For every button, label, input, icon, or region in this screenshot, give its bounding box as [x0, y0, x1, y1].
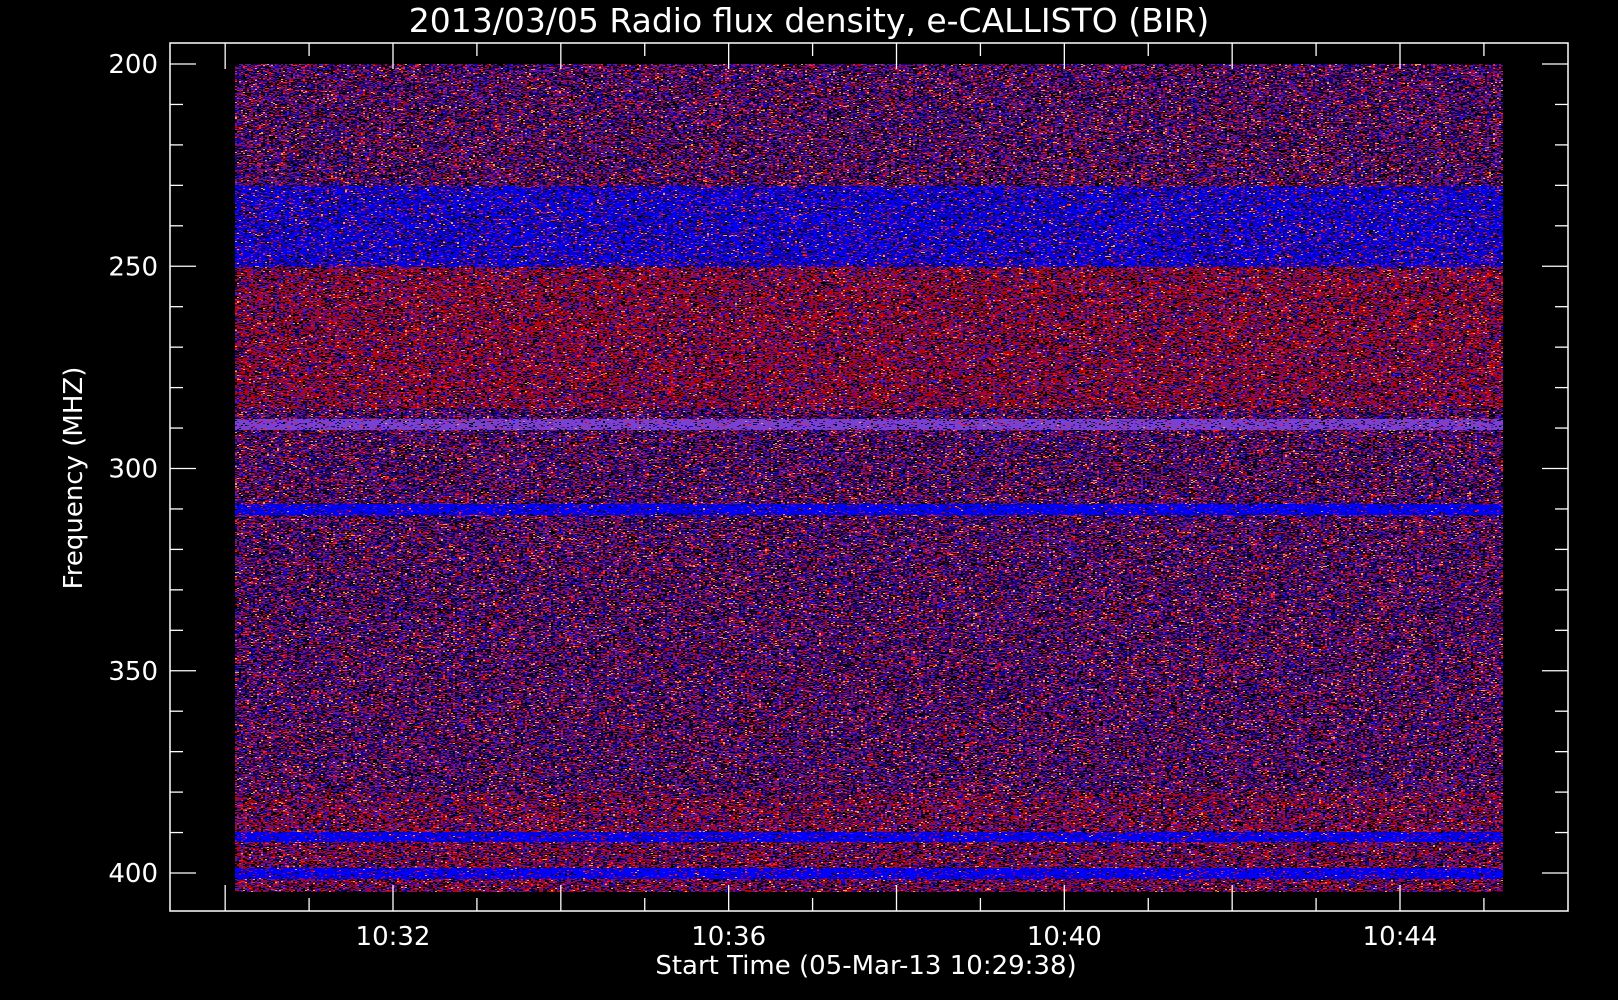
x-tick-label-10:44: 10:44 [1363, 922, 1438, 952]
y-tick-label-200: 200 [108, 50, 158, 80]
x-axis-ticks: 10:32 10:36 10:40 10:44 [224, 43, 1485, 952]
y-tick-label-400: 400 [108, 859, 158, 889]
y-tick-label-250: 250 [108, 252, 158, 282]
x-tick-label-10:32: 10:32 [356, 922, 431, 952]
chart-title: 2013/03/05 Radio flux density, e-CALLIST… [409, 1, 1210, 40]
y-tick-label-350: 350 [108, 657, 158, 687]
y-tick-label-300: 300 [108, 455, 158, 485]
chart-svg: 2013/03/05 Radio flux density, e-CALLIST… [59, 1, 1569, 981]
x-tick-label-10:40: 10:40 [1027, 922, 1102, 952]
x-axis-title: Start Time (05-Mar-13 10:29:38) [655, 951, 1076, 981]
x-tick-label-10:36: 10:36 [691, 922, 766, 952]
chart-stage: 2013/03/05 Radio flux density, e-CALLIST… [0, 0, 1618, 1000]
y-axis-title: Frequency (MHZ) [59, 367, 89, 590]
y-axis-ticks: 200 250 300 350 400 [108, 50, 1568, 889]
plot-frame [169, 42, 1569, 912]
